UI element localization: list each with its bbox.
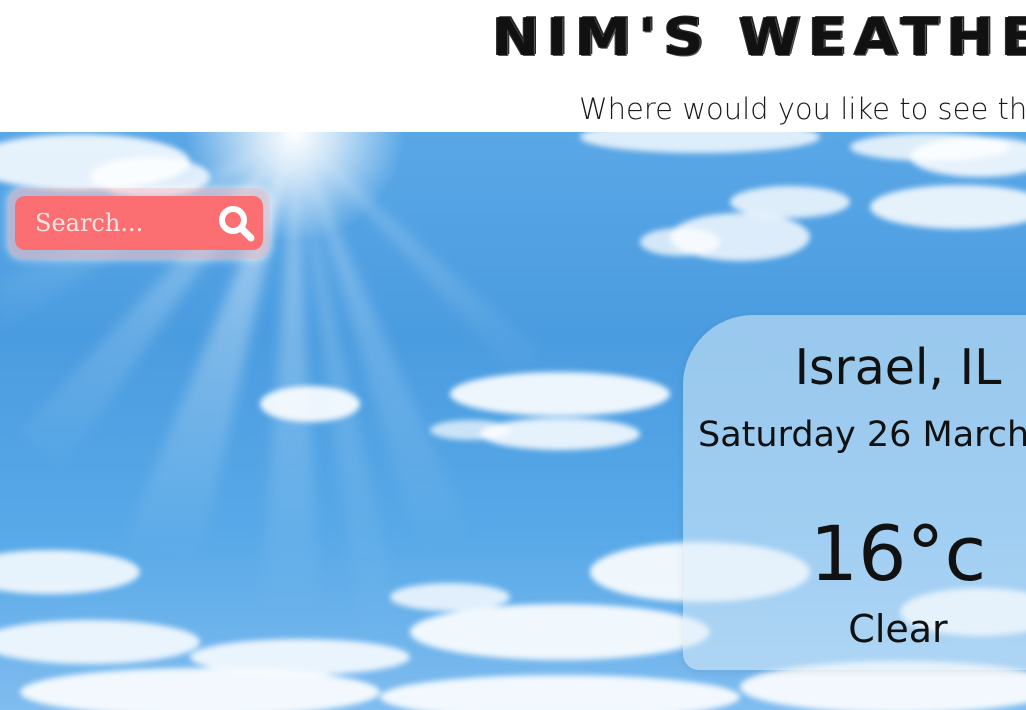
- search-bar: [15, 196, 263, 250]
- location-label: Israel, IL: [794, 339, 1002, 396]
- weather-card: Israel, IL Saturday 26 March 2022 16°c C…: [683, 315, 1026, 670]
- temperature-label: 16°c: [809, 509, 987, 598]
- weather-app: NIM'S WEATHER Where would you like to se…: [0, 0, 1026, 710]
- search-input[interactable]: [15, 196, 225, 250]
- site-title: NIM'S WEATHER: [492, 8, 1026, 68]
- tagline: Where would you like to see the weather?: [579, 92, 1026, 126]
- search-icon: [219, 206, 255, 242]
- condition-label: Clear: [848, 607, 948, 651]
- header: NIM'S WEATHER Where would you like to se…: [0, 0, 1026, 132]
- search-button[interactable]: [215, 202, 259, 246]
- search-container: [8, 188, 270, 259]
- date-label: Saturday 26 March 2022: [698, 415, 1026, 455]
